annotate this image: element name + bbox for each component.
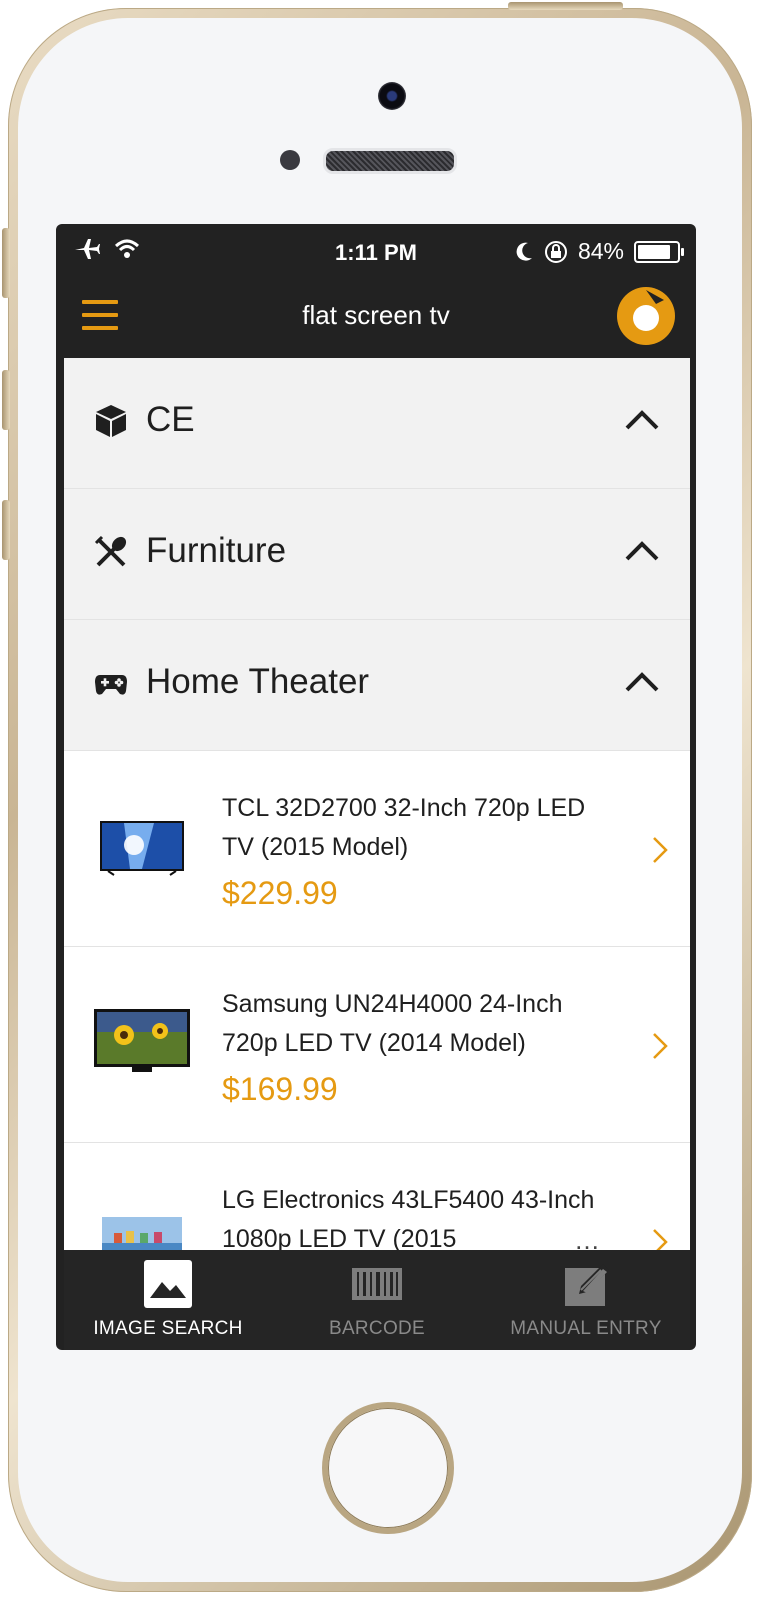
volume-up-button [2,370,10,430]
tab-label: IMAGE SEARCH [93,1318,243,1339]
truncation-ellipsis: … [574,1225,600,1250]
app-screen: 1:11 PM 84% flat screen tv CE Furniture … [56,224,696,1350]
edit-icon [565,1264,609,1306]
product-price: $229.99 [222,875,338,911]
front-camera [378,82,406,110]
chevron-up-icon[interactable] [624,670,660,694]
battery-icon [634,240,684,263]
chevron-right-icon[interactable] [650,835,670,865]
category-home-theater[interactable]: Home Theater [64,620,690,751]
home-button[interactable] [322,1402,454,1534]
nav-bar: flat screen tv [56,282,696,358]
product-title[interactable]: Samsung UN24H4000 24-Inch 720p LED TV (2… [222,985,622,1063]
category-label: Furniture [146,531,287,570]
rotation-lock-icon [544,240,567,263]
tab-manual-entry[interactable]: MANUAL ENTRY [482,1250,690,1350]
tab-label: MANUAL ENTRY [510,1318,662,1339]
status-bar: 1:11 PM 84% [56,224,696,282]
moon-icon [516,242,532,261]
tab-barcode[interactable]: BARCODE [273,1250,481,1350]
product-row[interactable]: Samsung UN24H4000 24-Inch 720p LED TV (2… [64,947,690,1143]
product-row[interactable]: TCL 32D2700 32-Inch 720p LED TV (2015 Mo… [64,751,690,947]
product-row[interactable]: LG Electronics 43LF5400 43-Inch 1080p LE… [64,1143,690,1250]
tab-label: BARCODE [328,1318,426,1339]
chevron-up-icon[interactable] [624,408,660,432]
image-icon [144,1260,192,1308]
product-price: $169.99 [222,1071,338,1107]
chevron-right-icon[interactable] [650,1031,670,1061]
proximity-sensor [280,150,300,170]
battery-fill [638,244,670,259]
utensils-icon [94,535,127,567]
earpiece-speaker [323,148,457,174]
tab-image-search[interactable]: IMAGE SEARCH [64,1250,272,1350]
barcode-icon [352,1268,402,1300]
category-furniture[interactable]: Furniture [64,489,690,620]
cube-icon [96,405,126,437]
results-list[interactable]: CE Furniture Home Theater TCL 32D2700 32… [64,358,690,1250]
app-logo-icon[interactable] [616,286,676,346]
gamepad-icon [95,675,127,695]
chevron-right-icon[interactable] [650,1227,670,1250]
tv-thumbnail-icon [100,821,184,876]
tv-thumbnail-icon [102,1217,182,1250]
volume-down-button [2,500,10,560]
category-ce[interactable]: CE [64,358,690,489]
battery-percent: 84% [577,238,624,264]
product-title[interactable]: TCL 32D2700 32-Inch 720p LED TV (2015 Mo… [222,789,622,867]
tab-bar: IMAGE SEARCH BARCODE MANUAL ENTRY [64,1250,690,1350]
product-title[interactable]: LG Electronics 43LF5400 43-Inch 1080p LE… [222,1181,622,1250]
mute-switch [2,228,10,298]
nav-title: flat screen tv [302,300,450,330]
category-label: CE [146,400,195,439]
category-label: Home Theater [146,662,370,701]
power-button [508,2,623,10]
tv-thumbnail-icon [94,1009,190,1072]
chevron-up-icon[interactable] [624,539,660,563]
